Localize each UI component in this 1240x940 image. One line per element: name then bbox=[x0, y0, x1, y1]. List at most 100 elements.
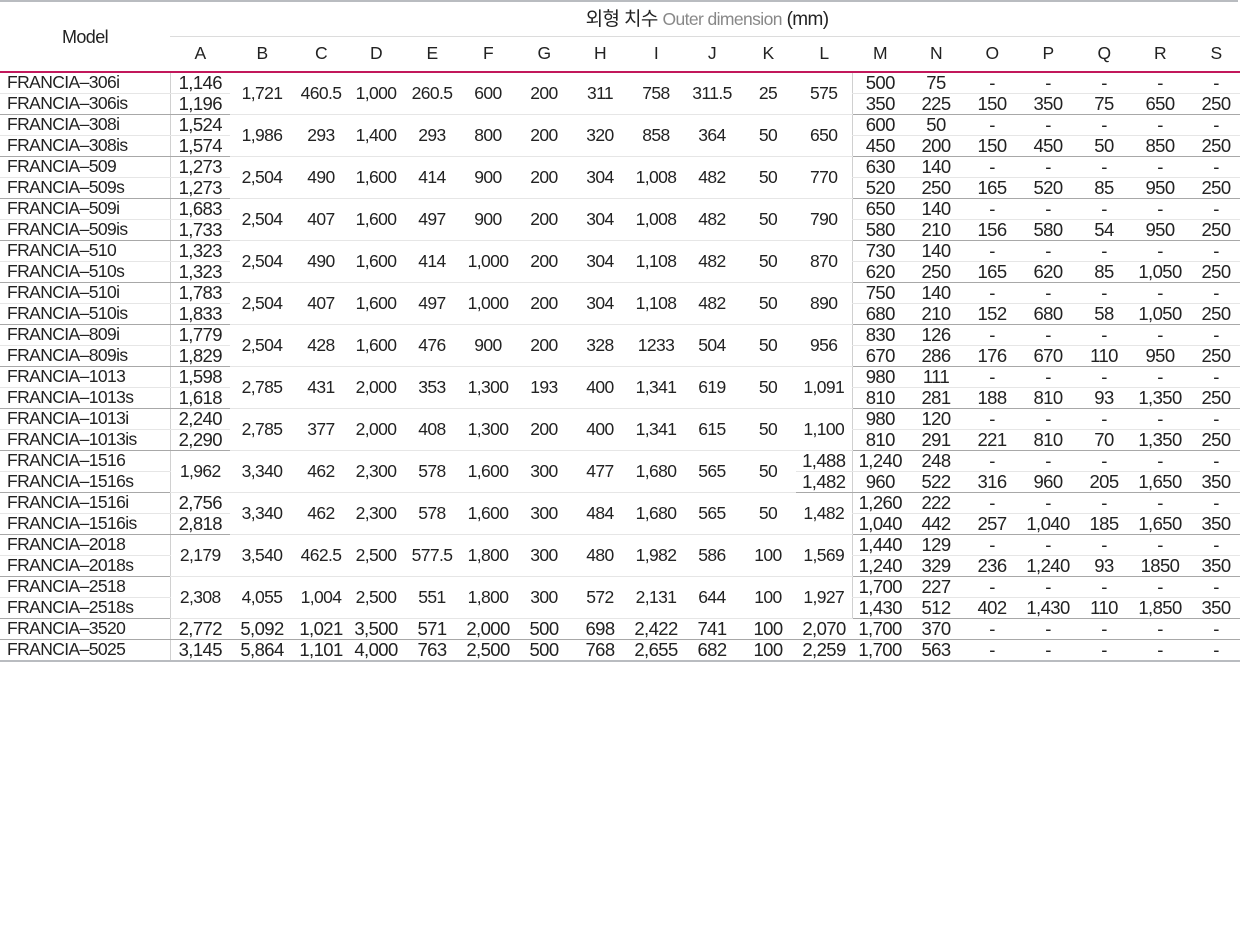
value-cell-b: 3,540 bbox=[230, 534, 294, 577]
value-cell-s: - bbox=[1188, 156, 1240, 178]
value-cell-a: 1,733 bbox=[169, 219, 230, 241]
value-cell-m: 830 bbox=[851, 324, 908, 346]
value-cell-p: 580 bbox=[1020, 219, 1076, 241]
value-cell-r: - bbox=[1132, 72, 1188, 94]
value-cell-p: - bbox=[1020, 492, 1076, 514]
value-cell-o: - bbox=[964, 639, 1020, 662]
value-cell-b: 2,504 bbox=[230, 282, 294, 325]
value-cell-q: 75 bbox=[1076, 93, 1132, 115]
value-cell-s: 250 bbox=[1188, 303, 1240, 325]
value-cell-e: 577.5 bbox=[404, 534, 460, 577]
value-cell-k: 100 bbox=[740, 534, 796, 577]
value-cell-k: 100 bbox=[740, 618, 796, 640]
table-row: FRANCIA–3520 2,772 5,092 1,021 3,500 571 2,000… bbox=[0, 618, 1240, 640]
value-cell-s: - bbox=[1188, 324, 1240, 346]
value-cell-o: 188 bbox=[964, 387, 1020, 409]
outer-dimension-header: 외형 치수 Outer dimension (mm) bbox=[170, 3, 1240, 37]
value-cell-g: 200 bbox=[516, 240, 572, 283]
value-cell-q: 54 bbox=[1076, 219, 1132, 241]
value-cell-q: - bbox=[1076, 324, 1132, 346]
value-cell-n: 286 bbox=[908, 345, 964, 367]
value-cell-c: 428 bbox=[294, 324, 348, 367]
value-cell-d: 2,500 bbox=[348, 576, 404, 619]
value-cell-e: 414 bbox=[404, 156, 460, 199]
value-cell-a: 1,779 bbox=[169, 324, 230, 346]
value-cell-a: 1,273 bbox=[169, 177, 230, 199]
value-cell-g: 300 bbox=[516, 450, 572, 493]
value-cell-m: 980 bbox=[851, 408, 908, 430]
value-cell-a: 1,323 bbox=[169, 240, 230, 262]
value-cell-d: 2,500 bbox=[348, 534, 404, 577]
value-cell-j: 482 bbox=[684, 240, 740, 283]
value-cell-n: 120 bbox=[908, 408, 964, 430]
model-name-cell: FRANCIA–509 bbox=[0, 156, 170, 178]
value-cell-a: 2,240 bbox=[169, 408, 230, 430]
value-cell-c: 460.5 bbox=[294, 72, 348, 115]
value-cell-b: 5,864 bbox=[230, 639, 294, 662]
value-cell-r: 850 bbox=[1132, 135, 1188, 157]
value-cell-m: 500 bbox=[851, 72, 908, 94]
value-cell-e: 571 bbox=[404, 618, 460, 640]
value-cell-f: 900 bbox=[460, 198, 516, 241]
table-row: FRANCIA–2018 2,179 3,540 462.5 2,500 577.5 1,8… bbox=[0, 534, 1240, 577]
value-cell-d: 3,500 bbox=[348, 618, 404, 640]
value-cell-g: 300 bbox=[516, 492, 572, 535]
value-cell-g: 500 bbox=[516, 618, 572, 640]
value-cell-r: - bbox=[1132, 282, 1188, 304]
value-cell-f: 1,000 bbox=[460, 282, 516, 325]
value-cell-p: - bbox=[1020, 198, 1076, 220]
value-cell-s: 350 bbox=[1188, 597, 1240, 619]
value-cell-h: 477 bbox=[572, 450, 628, 493]
value-cell-s: - bbox=[1188, 492, 1240, 514]
value-cell-p: - bbox=[1020, 639, 1076, 662]
value-cell-a: 2,308 bbox=[169, 576, 230, 619]
value-cell-b: 4,055 bbox=[230, 576, 294, 619]
value-cell-h: 311 bbox=[572, 72, 628, 115]
value-cell-c: 462 bbox=[294, 492, 348, 535]
value-cell-s: 350 bbox=[1188, 513, 1240, 535]
column-header-k: K bbox=[740, 36, 796, 73]
dimension-english-label: Outer dimension bbox=[662, 9, 782, 29]
value-cell-o: - bbox=[964, 72, 1020, 94]
value-cell-d: 1,600 bbox=[348, 198, 404, 241]
value-cell-q: - bbox=[1076, 72, 1132, 94]
column-header-f: F bbox=[460, 36, 516, 73]
value-cell-p: 450 bbox=[1020, 135, 1076, 157]
value-cell-l: 870 bbox=[796, 240, 852, 283]
value-cell-e: 578 bbox=[404, 492, 460, 535]
value-cell-p: - bbox=[1020, 324, 1076, 346]
value-cell-i: 2,422 bbox=[628, 618, 684, 640]
value-cell-j: 565 bbox=[684, 492, 740, 535]
value-cell-q: 70 bbox=[1076, 429, 1132, 451]
value-cell-q: 110 bbox=[1076, 345, 1132, 367]
value-cell-l: 790 bbox=[796, 198, 852, 241]
value-cell-s: - bbox=[1188, 114, 1240, 136]
value-cell-m: 1,260 bbox=[851, 492, 908, 514]
value-cell-a: 1,323 bbox=[169, 261, 230, 283]
value-cell-o: 152 bbox=[964, 303, 1020, 325]
model-name-cell: FRANCIA–1516 bbox=[0, 450, 170, 472]
dimension-table: Model 외형 치수 Outer dimension (mm) ABCDEFG… bbox=[0, 3, 1240, 662]
value-cell-s: - bbox=[1188, 408, 1240, 430]
table-row: FRANCIA–1013 1,598 2,785 431 2,000 353 1,300 19… bbox=[0, 366, 1240, 409]
column-header-row: ABCDEFGHIJKLMNOPQRS bbox=[0, 36, 1240, 73]
value-cell-a: 1,273 bbox=[169, 156, 230, 178]
value-cell-n: 329 bbox=[908, 555, 964, 577]
value-cell-o: - bbox=[964, 408, 1020, 430]
value-cell-h: 304 bbox=[572, 156, 628, 199]
value-cell-m: 1,440 bbox=[851, 534, 908, 556]
value-cell-n: 522 bbox=[908, 471, 964, 493]
value-cell-l: 1,569 bbox=[796, 534, 852, 577]
value-cell-m: 1,040 bbox=[851, 513, 908, 535]
value-cell-n: 75 bbox=[908, 72, 964, 94]
value-cell-f: 900 bbox=[460, 156, 516, 199]
value-cell-c: 1,004 bbox=[294, 576, 348, 619]
value-cell-h: 400 bbox=[572, 408, 628, 451]
value-cell-s: 250 bbox=[1188, 135, 1240, 157]
value-cell-n: 512 bbox=[908, 597, 964, 619]
value-cell-q: 110 bbox=[1076, 597, 1132, 619]
value-cell-c: 407 bbox=[294, 198, 348, 241]
value-cell-e: 260.5 bbox=[404, 72, 460, 115]
value-cell-e: 353 bbox=[404, 366, 460, 409]
value-cell-h: 304 bbox=[572, 282, 628, 325]
